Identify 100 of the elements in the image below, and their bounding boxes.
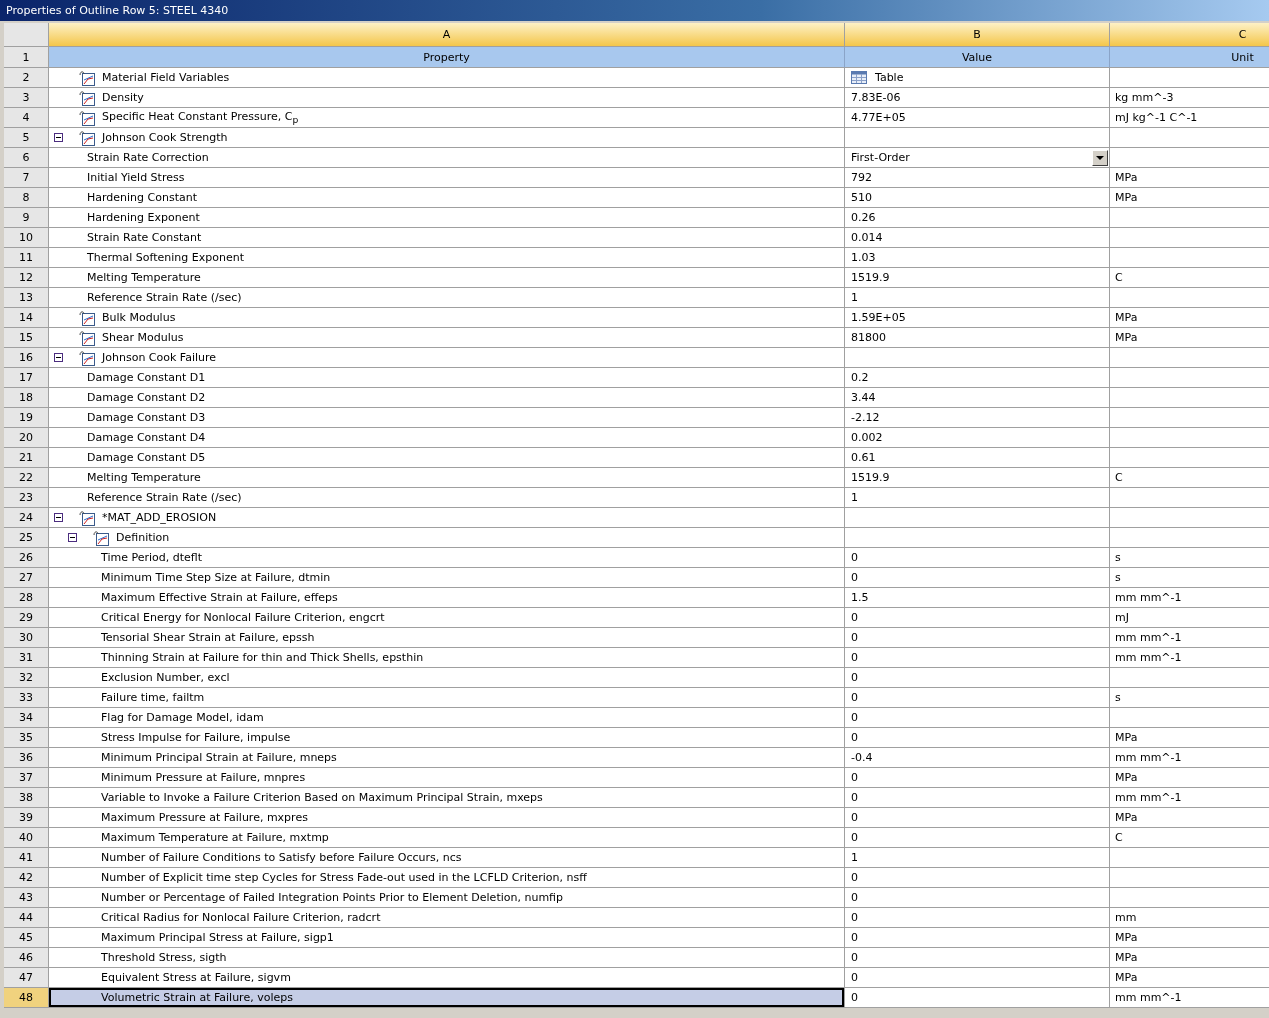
column-letter-header[interactable]: C <box>1110 23 1269 47</box>
value-cell[interactable]: 0 <box>845 928 1110 948</box>
value-cell[interactable]: 1.59E+05 <box>845 308 1110 328</box>
property-cell[interactable]: Critical Energy for Nonlocal Failure Criterion, engcrt <box>49 608 845 628</box>
value-cell[interactable]: 81800 <box>845 328 1110 348</box>
value-cell[interactable]: 0 <box>845 728 1110 748</box>
property-cell[interactable]: *MAT_ADD_EROSION <box>49 508 845 528</box>
value-cell[interactable]: -0.4 <box>845 748 1110 768</box>
property-cell[interactable]: Initial Yield Stress <box>49 168 845 188</box>
row-number: 32 <box>4 668 49 688</box>
column-letter-header[interactable]: A <box>49 23 845 47</box>
property-cell[interactable]: Number or Percentage of Failed Integration Points Prior to Element Deletion, numfip <box>49 888 845 908</box>
value-cell[interactable]: Table <box>845 68 1110 88</box>
property-cell[interactable]: Strain Rate Correction <box>49 148 845 168</box>
collapse-toggle[interactable] <box>54 133 63 142</box>
value-cell[interactable]: -2.12 <box>845 408 1110 428</box>
property-cell[interactable]: Johnson Cook Failure <box>49 348 845 368</box>
property-cell[interactable]: Minimum Principal Strain at Failure, mneps <box>49 748 845 768</box>
property-cell[interactable]: Material Field Variables <box>49 68 845 88</box>
property-cell[interactable]: Specific Heat Constant Pressure, C$_{p}$ <box>49 108 845 128</box>
property-cell[interactable]: Damage Constant D5 <box>49 448 845 468</box>
value-cell[interactable]: 1 <box>845 288 1110 308</box>
value-cell[interactable]: 0 <box>845 948 1110 968</box>
property-cell[interactable]: Thermal Softening Exponent <box>49 248 845 268</box>
value-cell[interactable]: 0 <box>845 888 1110 908</box>
value-cell[interactable]: 0 <box>845 688 1110 708</box>
value-cell[interactable]: 0 <box>845 808 1110 828</box>
value-cell[interactable]: 0.2 <box>845 368 1110 388</box>
value-cell[interactable]: 1519.9 <box>845 268 1110 288</box>
property-cell[interactable]: Shear Modulus <box>49 328 845 348</box>
value-cell[interactable]: 4.77E+05 <box>845 108 1110 128</box>
property-cell[interactable]: Number of Failure Conditions to Satisfy before Failure Occurs, ncs <box>49 848 845 868</box>
property-cell[interactable]: Melting Temperature <box>49 268 845 288</box>
property-cell[interactable]: Maximum Temperature at Failure, mxtmp <box>49 828 845 848</box>
value-cell[interactable]: 0 <box>845 548 1110 568</box>
property-cell[interactable]: Hardening Exponent <box>49 208 845 228</box>
value-cell[interactable]: 0 <box>845 788 1110 808</box>
value-cell[interactable]: 0 <box>845 968 1110 988</box>
property-cell[interactable]: Volumetric Strain at Failure, voleps <box>49 988 845 1008</box>
property-cell[interactable]: Failure time, failtm <box>49 688 845 708</box>
value-cell[interactable]: 510 <box>845 188 1110 208</box>
property-cell[interactable]: Maximum Principal Stress at Failure, sigp1 <box>49 928 845 948</box>
property-cell[interactable]: Minimum Pressure at Failure, mnpres <box>49 768 845 788</box>
value-cell[interactable]: 0 <box>845 608 1110 628</box>
value-cell[interactable]: First-Order <box>845 148 1110 168</box>
collapse-toggle[interactable] <box>68 533 77 542</box>
property-cell[interactable]: Critical Radius for Nonlocal Failure Criterion, radcrt <box>49 908 845 928</box>
property-cell[interactable]: Threshold Stress, sigth <box>49 948 845 968</box>
value-cell[interactable]: 0 <box>845 768 1110 788</box>
value-cell[interactable]: 0 <box>845 908 1110 928</box>
property-cell[interactable]: Reference Strain Rate (/sec) <box>49 288 845 308</box>
value-cell[interactable]: 1 <box>845 488 1110 508</box>
column-letter-header[interactable]: B <box>845 23 1110 47</box>
property-cell[interactable]: Damage Constant D3 <box>49 408 845 428</box>
value-cell[interactable]: 0 <box>845 648 1110 668</box>
value-cell[interactable]: 0.014 <box>845 228 1110 248</box>
value-text: 1519.9 <box>851 271 890 284</box>
property-cell[interactable]: Time Period, dteflt <box>49 548 845 568</box>
value-cell[interactable]: 0 <box>845 668 1110 688</box>
property-cell[interactable]: Johnson Cook Strength <box>49 128 845 148</box>
value-cell[interactable]: 3.44 <box>845 388 1110 408</box>
property-cell[interactable]: Damage Constant D1 <box>49 368 845 388</box>
property-cell[interactable]: Thinning Strain at Failure for thin and Thick Shells, epsthin <box>49 648 845 668</box>
property-cell[interactable]: Melting Temperature <box>49 468 845 488</box>
property-cell[interactable]: Damage Constant D4 <box>49 428 845 448</box>
property-cell[interactable]: Tensorial Shear Strain at Failure, epssh <box>49 628 845 648</box>
value-cell[interactable]: 0.61 <box>845 448 1110 468</box>
value-cell[interactable]: 0 <box>845 568 1110 588</box>
value-cell[interactable]: 0 <box>845 828 1110 848</box>
property-cell[interactable]: Hardening Constant <box>49 188 845 208</box>
property-cell[interactable]: Density <box>49 88 845 108</box>
property-cell[interactable]: Definition <box>49 528 845 548</box>
value-cell[interactable]: 0 <box>845 628 1110 648</box>
value-cell[interactable]: 0.26 <box>845 208 1110 228</box>
value-cell[interactable]: 0 <box>845 868 1110 888</box>
collapse-toggle[interactable] <box>54 353 63 362</box>
collapse-toggle[interactable] <box>54 513 63 522</box>
value-text: 510 <box>851 191 872 204</box>
property-cell[interactable]: Flag for Damage Model, idam <box>49 708 845 728</box>
property-cell[interactable]: Maximum Effective Strain at Failure, effeps <box>49 588 845 608</box>
value-cell[interactable]: 1519.9 <box>845 468 1110 488</box>
property-cell[interactable]: Damage Constant D2 <box>49 388 845 408</box>
property-cell[interactable]: Variable to Invoke a Failure Criterion Based on Maximum Principal Strain, mxeps <box>49 788 845 808</box>
property-cell[interactable]: Strain Rate Constant <box>49 228 845 248</box>
value-cell[interactable]: 7.83E-06 <box>845 88 1110 108</box>
value-cell[interactable]: 1.03 <box>845 248 1110 268</box>
value-cell[interactable]: 1 <box>845 848 1110 868</box>
property-cell[interactable]: Maximum Pressure at Failure, mxpres <box>49 808 845 828</box>
value-cell[interactable]: 0.002 <box>845 428 1110 448</box>
dropdown-button[interactable] <box>1092 149 1108 166</box>
property-cell[interactable]: Reference Strain Rate (/sec) <box>49 488 845 508</box>
property-cell[interactable]: Number of Explicit time step Cycles for Stress Fade-out used in the LCFLD Criterion, nsff <box>49 868 845 888</box>
value-cell[interactable]: 0 <box>845 988 1110 1008</box>
value-cell[interactable]: 0 <box>845 708 1110 728</box>
value-cell[interactable]: 1.5 <box>845 588 1110 608</box>
property-cell[interactable]: Bulk Modulus <box>49 308 845 328</box>
property-cell[interactable]: Minimum Time Step Size at Failure, dtmin <box>49 568 845 588</box>
property-cell[interactable]: Stress Impulse for Failure, impulse <box>49 728 845 748</box>
value-cell[interactable]: 792 <box>845 168 1110 188</box>
property-cell[interactable]: Exclusion Number, excl <box>49 668 845 688</box>
